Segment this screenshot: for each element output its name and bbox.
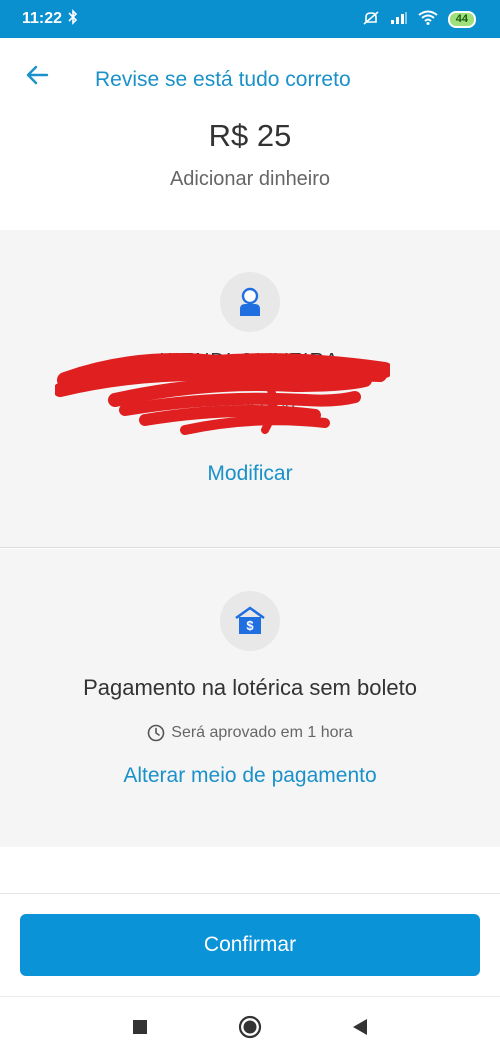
payment-section: $ Pagamento na lotérica sem boleto Será … <box>0 549 500 847</box>
redaction-scribble <box>55 353 390 435</box>
back-button[interactable] <box>20 58 54 92</box>
mute-icon <box>362 10 380 29</box>
review-header: Revise se está tudo correto R$ 25 Adicio… <box>0 38 500 230</box>
amount-value: R$ 25 <box>208 118 292 153</box>
status-left: 11:22 <box>22 8 78 30</box>
bluetooth-icon <box>68 8 78 30</box>
wifi-icon <box>418 10 438 28</box>
footer-divider <box>0 893 500 894</box>
page-title: Revise se está tudo correto <box>95 68 351 91</box>
confirm-button[interactable]: Confirmar <box>20 914 480 976</box>
signal-icon <box>390 11 408 28</box>
square-icon <box>133 1019 147 1034</box>
triangle-back-icon <box>353 1018 367 1035</box>
svg-text:$: $ <box>246 618 254 633</box>
status-right: 44 <box>362 10 476 29</box>
payment-method-avatar: $ <box>220 591 280 651</box>
lottery-house-icon: $ <box>235 606 265 634</box>
approval-text: Será aprovado em 1 hora <box>171 724 353 741</box>
change-payment-method-link[interactable]: Alterar meio de pagamento <box>0 764 500 788</box>
circle-icon <box>238 1015 262 1038</box>
arrow-left-icon <box>26 65 49 85</box>
operation-subtitle: Adicionar dinheiro <box>169 168 331 190</box>
modify-recipient-link[interactable]: Modificar <box>0 462 500 486</box>
status-bar: 11:22 44 <box>0 0 500 38</box>
approval-info: Será aprovado em 1 hora <box>0 724 500 742</box>
back-nav-button[interactable] <box>345 1012 375 1042</box>
payment-method-title: Pagamento na lotérica sem boleto <box>83 675 417 700</box>
home-button[interactable] <box>235 1012 265 1042</box>
system-nav-bar <box>0 996 500 1056</box>
status-time: 11:22 <box>22 10 63 27</box>
battery-icon: 44 <box>447 10 476 28</box>
user-avatar <box>220 272 280 332</box>
user-icon <box>240 287 260 316</box>
clock-icon <box>147 724 165 742</box>
recipient-section: WENDI OLIVEIRA 150.050 09 Modificar <box>0 230 500 548</box>
recent-apps-button[interactable] <box>125 1012 155 1042</box>
